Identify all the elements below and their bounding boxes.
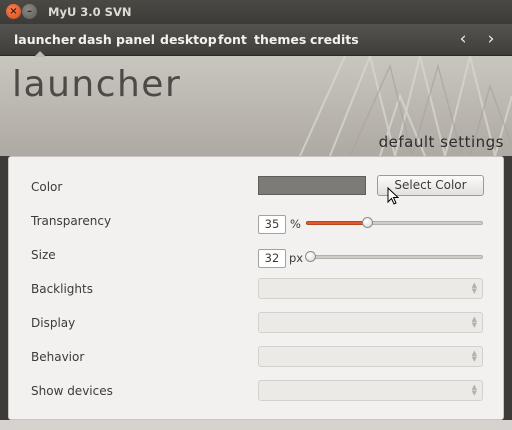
show-devices-label: Show devices	[31, 384, 113, 398]
display-combobox[interactable]: ▲ ▼	[258, 312, 483, 333]
prev-arrow-icon[interactable]: ‹	[454, 29, 472, 49]
window-title: MyU 3.0 SVN	[48, 5, 132, 19]
page-subtitle: default settings	[378, 133, 504, 151]
size-spinbox[interactable]: 32	[258, 249, 286, 268]
size-slider-handle[interactable]	[305, 251, 316, 262]
display-label: Display	[31, 316, 76, 330]
color-swatch	[258, 176, 366, 195]
window-bottom	[0, 420, 512, 430]
size-label: Size	[31, 248, 56, 262]
tab-credits[interactable]: credits	[310, 32, 359, 47]
size-unit: px	[289, 251, 304, 265]
tab-dash[interactable]: dash	[78, 32, 112, 47]
behavior-combobox[interactable]: ▲ ▼	[258, 346, 483, 367]
active-tab-indicator	[34, 51, 46, 57]
color-label: Color	[31, 180, 63, 194]
transparency-spinbox[interactable]: 35	[258, 215, 286, 234]
size-slider[interactable]	[309, 255, 483, 259]
next-arrow-icon[interactable]: ›	[482, 29, 500, 49]
combo-arrows-icon: ▲ ▼	[471, 383, 477, 397]
settings-panel: Color Select Color Transparency 35 % Siz…	[8, 156, 504, 420]
close-icon[interactable]: ×	[6, 4, 21, 19]
tab-font[interactable]: font	[218, 32, 247, 47]
behavior-label: Behavior	[31, 350, 85, 364]
tab-launcher[interactable]: launcher	[14, 32, 75, 47]
backlights-label: Backlights	[31, 282, 93, 296]
tab-panel[interactable]: panel	[116, 32, 155, 47]
backlights-combobox[interactable]: ▲ ▼	[258, 278, 483, 299]
page-header: launcher default settings	[0, 56, 512, 156]
combo-arrows-icon: ▲ ▼	[471, 349, 477, 363]
mouse-pointer-icon	[387, 187, 399, 205]
tab-themes[interactable]: themes	[254, 32, 306, 47]
transparency-slider-fill	[306, 221, 368, 225]
title-bar: × – MyU 3.0 SVN	[0, 0, 512, 24]
transparency-label: Transparency	[31, 214, 112, 228]
show-devices-combobox[interactable]: ▲ ▼	[258, 380, 483, 401]
minimize-icon[interactable]: –	[22, 4, 37, 19]
transparency-slider-handle[interactable]	[361, 217, 373, 228]
transparency-unit: %	[290, 217, 301, 231]
tab-desktop[interactable]: desktop	[160, 32, 217, 47]
combo-arrows-icon: ▲ ▼	[471, 315, 477, 329]
nav-bar: launcher dash panel desktop font themes …	[0, 24, 512, 56]
page-title: launcher	[12, 64, 182, 105]
combo-arrows-icon: ▲ ▼	[471, 281, 477, 295]
